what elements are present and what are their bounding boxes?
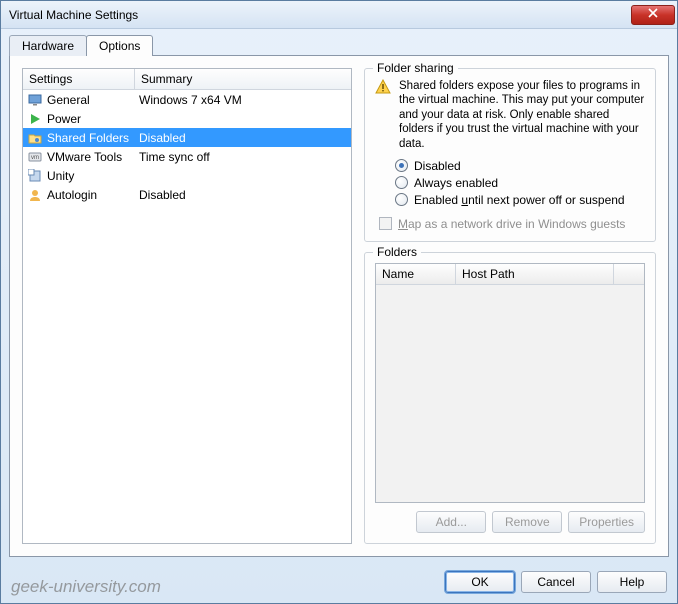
settings-row-unity[interactable]: Unity (23, 166, 351, 185)
right-pane: Folder sharing Shared folders expose you… (364, 68, 656, 544)
folders-button-row: Add... Remove Properties (375, 511, 645, 533)
folders-col-hostpath[interactable]: Host Path (456, 264, 614, 284)
folder-share-icon (27, 130, 43, 146)
close-icon (648, 8, 658, 21)
folders-list-header: Name Host Path (376, 264, 644, 285)
vm-icon: vm (27, 149, 43, 165)
row-label: Power (47, 112, 139, 126)
settings-list-body: General Windows 7 x64 VM Power Shared Fo… (23, 90, 351, 543)
settings-row-autologin[interactable]: Autologin Disabled (23, 185, 351, 204)
remove-folder-button[interactable]: Remove (492, 511, 562, 533)
row-label: VMware Tools (47, 150, 139, 164)
radio-label: Always enabled (414, 176, 498, 190)
settings-list-header: Settings Summary (23, 69, 351, 90)
checkbox-icon (379, 217, 392, 230)
row-summary: Time sync off (139, 150, 347, 164)
radio-icon (395, 176, 408, 189)
tabbar: Hardware Options (1, 29, 677, 56)
radio-label: Enabled until next power off or suspend (414, 193, 625, 207)
row-label: Shared Folders (47, 131, 139, 145)
warning-icon (375, 79, 391, 95)
monitor-icon (27, 92, 43, 108)
map-network-drive-checkbox: Map as a network drive in Windows guests (379, 217, 645, 231)
help-button[interactable]: Help (597, 571, 667, 593)
settings-col-header[interactable]: Settings (23, 69, 135, 89)
row-summary: Disabled (139, 131, 347, 145)
radio-icon (395, 193, 408, 206)
warning-text: Shared folders expose your files to prog… (399, 79, 645, 151)
window-title: Virtual Machine Settings (9, 8, 631, 22)
folder-sharing-title: Folder sharing (373, 61, 458, 75)
row-label: Autologin (47, 188, 139, 202)
warning-row: Shared folders expose your files to prog… (375, 79, 645, 151)
ok-button[interactable]: OK (445, 571, 515, 593)
summary-col-header[interactable]: Summary (135, 69, 351, 89)
settings-list: Settings Summary General Windows 7 x64 V… (22, 68, 352, 544)
folders-list[interactable]: Name Host Path (375, 263, 645, 503)
watermark: geek-university.com (11, 577, 161, 597)
radio-always-enabled[interactable]: Always enabled (395, 176, 645, 190)
row-label: General (47, 93, 139, 107)
add-folder-button[interactable]: Add... (416, 511, 486, 533)
svg-text:vm: vm (31, 155, 39, 161)
play-icon (27, 111, 43, 127)
content-area: Settings Summary General Windows 7 x64 V… (9, 55, 669, 557)
settings-row-general[interactable]: General Windows 7 x64 VM (23, 90, 351, 109)
folders-title: Folders (373, 245, 421, 259)
titlebar: Virtual Machine Settings (1, 1, 677, 29)
cancel-button[interactable]: Cancel (521, 571, 591, 593)
bottom-bar: geek-university.com OK Cancel Help (1, 565, 677, 603)
user-icon (27, 187, 43, 203)
radio-label: Disabled (414, 159, 461, 173)
unity-icon (27, 168, 43, 184)
radio-disabled[interactable]: Disabled (395, 159, 645, 173)
row-summary: Windows 7 x64 VM (139, 93, 347, 107)
close-button[interactable] (631, 5, 675, 25)
radio-enabled-until-off[interactable]: Enabled until next power off or suspend (395, 193, 645, 207)
tab-hardware[interactable]: Hardware (9, 35, 87, 56)
radio-icon (395, 159, 408, 172)
folders-col-name[interactable]: Name (376, 264, 456, 284)
folder-sharing-group: Folder sharing Shared folders expose you… (364, 68, 656, 242)
folders-group: Folders Name Host Path Add... Remove Pro… (364, 252, 656, 544)
folder-properties-button[interactable]: Properties (568, 511, 645, 533)
folders-col-end (614, 264, 644, 284)
settings-row-vmware-tools[interactable]: vm VMware Tools Time sync off (23, 147, 351, 166)
settings-row-shared-folders[interactable]: Shared Folders Disabled (23, 128, 351, 147)
row-label: Unity (47, 169, 139, 183)
tab-options[interactable]: Options (86, 35, 153, 56)
checkbox-label: Map as a network drive in Windows guests (398, 217, 625, 231)
settings-row-power[interactable]: Power (23, 109, 351, 128)
row-summary: Disabled (139, 188, 347, 202)
vm-settings-window: Virtual Machine Settings Hardware Option… (0, 0, 678, 604)
